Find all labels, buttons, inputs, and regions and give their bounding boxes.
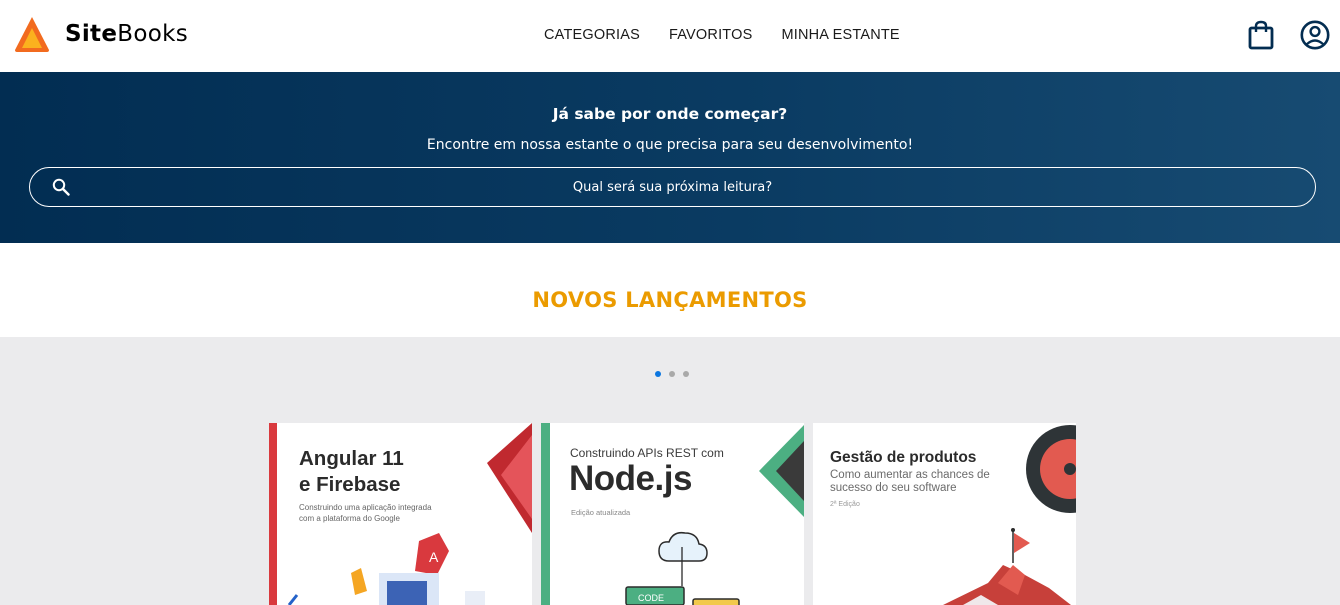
book-edition: Edição atualizada bbox=[571, 508, 631, 517]
search-input[interactable] bbox=[90, 168, 1255, 206]
book-title-line1: Angular 11 bbox=[299, 447, 404, 470]
hero-banner: Já sabe por onde começar? Encontre em no… bbox=[0, 72, 1340, 243]
book-edition: 2ª Edição bbox=[830, 501, 860, 508]
book-kicker: Construindo APIs REST com bbox=[570, 446, 724, 460]
search-icon[interactable] bbox=[52, 178, 70, 196]
new-releases-title: NOVOS LANÇAMENTOS bbox=[532, 288, 808, 312]
book-subtitle-line2: com a plataforma do Google bbox=[299, 514, 400, 523]
nav-minha-estante[interactable]: MINHA ESTANTE bbox=[781, 27, 899, 43]
site-header: SiteBooks CATEGORIAS FAVORITOS MINHA EST… bbox=[0, 0, 1340, 72]
code-badge-text: CODE bbox=[638, 593, 664, 603]
svg-text:A: A bbox=[429, 549, 439, 565]
user-account-icon[interactable] bbox=[1300, 20, 1330, 50]
book-title: Gestão de produtos bbox=[830, 449, 977, 466]
book-title-line2: e Firebase bbox=[299, 473, 401, 496]
nav-favoritos[interactable]: FAVORITOS bbox=[669, 27, 752, 43]
logo-text: SiteBooks bbox=[65, 21, 188, 47]
carousel-dots bbox=[655, 371, 697, 377]
book-card-nodejs[interactable]: CODE Construindo APIs REST com Node.js E… bbox=[541, 423, 804, 605]
shopping-bag-icon[interactable] bbox=[1248, 20, 1274, 50]
book-subtitle-line1: Como aumentar as chances de bbox=[830, 469, 990, 481]
book-subtitle-line1: Construindo uma aplicação integrada bbox=[299, 503, 432, 512]
search-bar[interactable] bbox=[29, 167, 1316, 207]
banner-subtitle: Encontre em nossa estante o que precisa … bbox=[426, 137, 914, 153]
book-subtitle-line2: sucesso do seu software bbox=[830, 482, 957, 494]
nav-categorias[interactable]: CATEGORIAS bbox=[544, 27, 640, 43]
banner-title: Já sabe por onde começar? bbox=[552, 105, 788, 123]
carousel-dot-2[interactable] bbox=[669, 371, 675, 377]
carousel-dot-1[interactable] bbox=[655, 371, 661, 377]
book-card-angular[interactable]: A Angular 11 e Firebase Construindo uma … bbox=[269, 423, 532, 605]
carousel-dot-3[interactable] bbox=[683, 371, 689, 377]
logo-icon bbox=[15, 17, 49, 52]
main-nav: CATEGORIAS FAVORITOS MINHA ESTANTE bbox=[544, 27, 929, 43]
book-card-gestao-produtos[interactable]: Gestão de produtos Como aumentar as chan… bbox=[813, 423, 1076, 605]
site-logo[interactable]: SiteBooks bbox=[14, 16, 188, 52]
book-title: Node.js bbox=[569, 459, 692, 498]
